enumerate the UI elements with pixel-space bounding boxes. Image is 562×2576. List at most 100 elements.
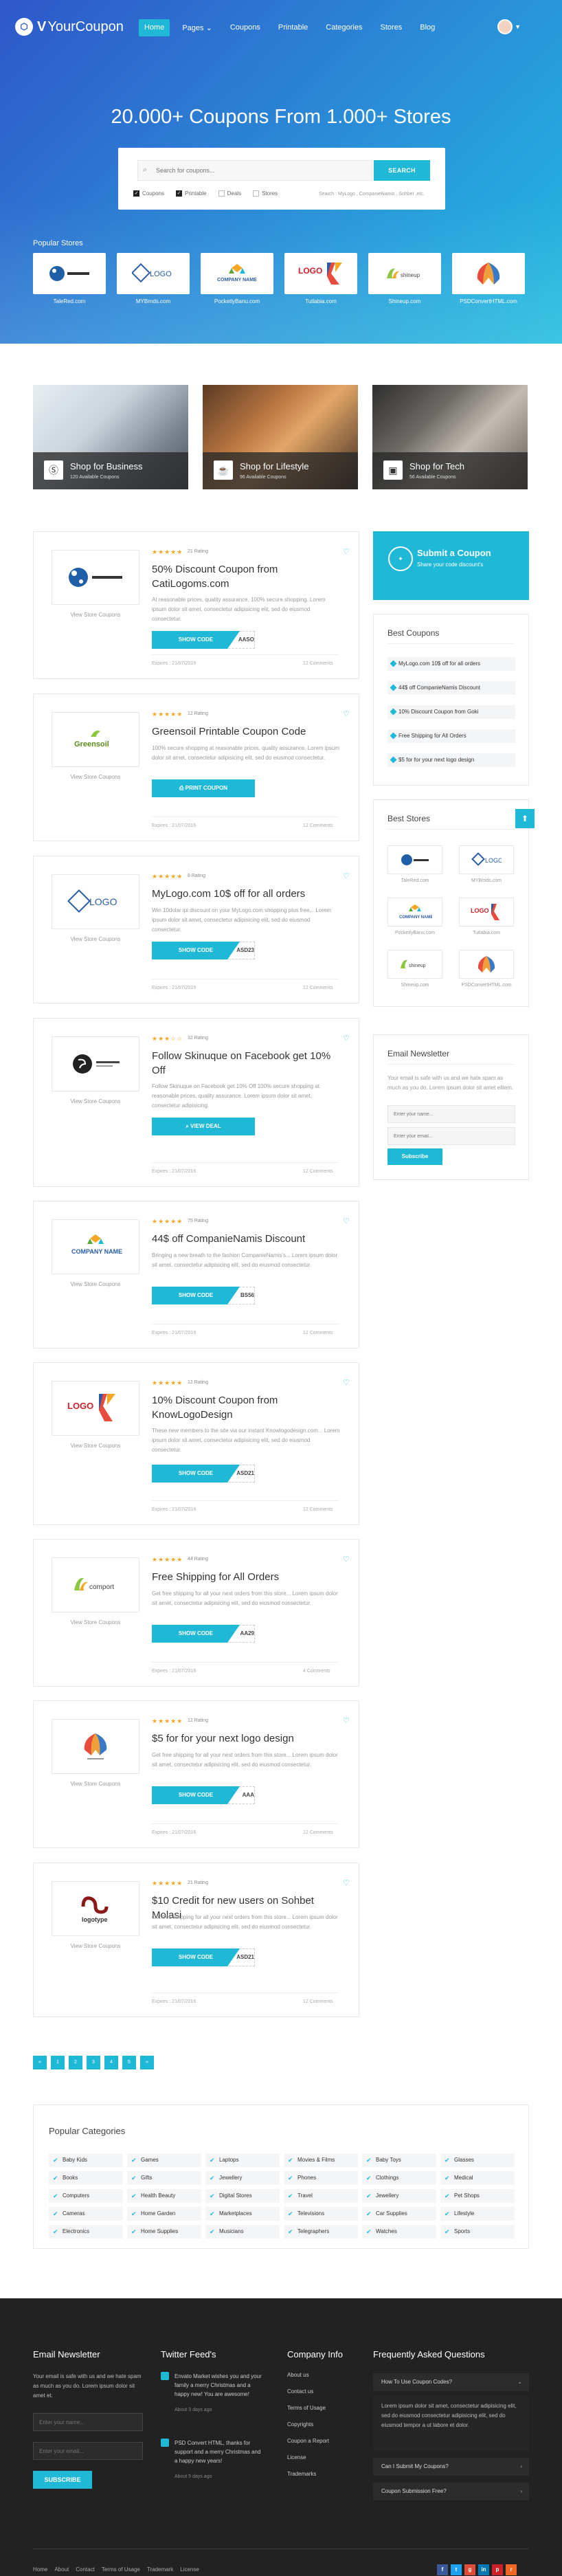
best-store-item[interactable]: PSDConvertHTML.com bbox=[459, 950, 514, 988]
heart-icon[interactable]: ♡ bbox=[343, 1716, 350, 1725]
faq-item[interactable]: How To Use Coupon Codes? ⌄ bbox=[373, 2373, 529, 2391]
footer-link[interactable]: License bbox=[287, 2454, 329, 2471]
filter-deals[interactable]: Deals bbox=[218, 190, 241, 197]
store-logo[interactable] bbox=[52, 1719, 139, 1774]
footer-link[interactable]: Terms of Usage bbox=[287, 2405, 329, 2421]
heart-icon[interactable]: ♡ bbox=[343, 547, 350, 556]
google-plus-icon[interactable]: g bbox=[464, 2564, 475, 2575]
popular-category-item[interactable]: Games bbox=[127, 2153, 201, 2167]
show-code-button[interactable]: SHOW CODE bbox=[152, 1465, 240, 1483]
comments-count[interactable]: 12 Comments bbox=[303, 1169, 333, 1174]
scroll-top-icon[interactable]: ⬆ bbox=[515, 809, 535, 828]
footer-link[interactable]: Copyrights bbox=[287, 2421, 329, 2438]
store-logo[interactable]: Greensoil bbox=[52, 712, 139, 767]
brand-logo[interactable]: ⬡ V YourCoupon bbox=[15, 18, 124, 36]
popular-category-item[interactable]: Phones bbox=[284, 2171, 358, 2185]
search-input[interactable] bbox=[137, 160, 372, 181]
checkbox-checked-icon[interactable]: ✓ bbox=[176, 190, 183, 197]
popular-category-item[interactable]: Travel bbox=[284, 2189, 358, 2203]
nav-item-categories[interactable]: Categories bbox=[320, 19, 368, 36]
popular-category-item[interactable]: Lifestyle bbox=[440, 2207, 515, 2221]
coupon-title[interactable]: Follow Skinuque on Facebook get 10% Off bbox=[152, 1049, 337, 1078]
view-store-link[interactable]: View Store Coupons bbox=[52, 1781, 139, 1787]
popular-category-item[interactable]: Pet Shops bbox=[440, 2189, 515, 2203]
store-logo[interactable]: COMPANY NAME bbox=[52, 1219, 139, 1274]
page-prev[interactable]: « bbox=[33, 2056, 47, 2069]
comments-count[interactable]: 12 Comments bbox=[303, 1507, 333, 1512]
comments-count[interactable]: 12 Comments bbox=[303, 986, 333, 990]
view-store-link[interactable]: View Store Coupons bbox=[52, 1619, 139, 1625]
store-card[interactable]: TaleRed.com bbox=[33, 253, 106, 304]
coupon-title[interactable]: $5 for for your next logo design bbox=[152, 1731, 337, 1746]
coupon-title[interactable]: Free Shipping for All Orders bbox=[152, 1570, 337, 1584]
popular-category-item[interactable]: Clothings bbox=[362, 2171, 436, 2185]
best-store-item[interactable]: LOGO MYBrnds.com bbox=[459, 845, 514, 883]
best-coupon-item[interactable]: $5 for for your next logo design bbox=[387, 753, 515, 767]
view-store-link[interactable]: View Store Coupons bbox=[52, 612, 139, 618]
coupon-title[interactable]: 50% Discount Coupon from CatiLogoms.com bbox=[152, 562, 337, 591]
user-avatar[interactable] bbox=[497, 19, 513, 34]
comments-count[interactable]: 4 Comments bbox=[303, 1669, 330, 1674]
faq-item[interactable]: Can I Submit My Coupons? › bbox=[373, 2458, 529, 2476]
footer-email-input[interactable] bbox=[33, 2442, 143, 2460]
popular-category-item[interactable]: Baby Kids bbox=[49, 2153, 123, 2167]
store-card[interactable]: LOGO MYBrnds.com bbox=[117, 253, 190, 304]
footer-link[interactable]: Trademarks bbox=[287, 2471, 329, 2487]
show-code-button[interactable]: SHOW CODE bbox=[152, 1287, 240, 1304]
page-3[interactable]: 3 bbox=[87, 2056, 100, 2069]
show-code-button[interactable]: SHOW CODE bbox=[152, 1625, 240, 1643]
store-card[interactable]: PSDConvertHTML.com bbox=[452, 253, 525, 304]
bottom-link[interactable]: Contact bbox=[76, 2566, 95, 2573]
newsletter-name-input[interactable] bbox=[387, 1105, 515, 1123]
view-store-link[interactable]: View Store Coupons bbox=[52, 1281, 139, 1287]
nav-item-coupons[interactable]: Coupons bbox=[225, 19, 266, 36]
footer-name-input[interactable] bbox=[33, 2413, 143, 2431]
heart-icon[interactable]: ♡ bbox=[343, 1878, 350, 1887]
heart-icon[interactable]: ♡ bbox=[343, 1034, 350, 1043]
popular-category-item[interactable]: Car Supplies bbox=[362, 2207, 436, 2221]
submit-coupon-card[interactable]: ✦ Submit a Coupon Share your code discou… bbox=[373, 531, 529, 600]
popular-category-item[interactable]: Movies & Films bbox=[284, 2153, 358, 2167]
faq-item[interactable]: Coupon Submission Free? › bbox=[373, 2483, 529, 2500]
category-business[interactable]: Ⓢ Shop for Business 120 Available Coupon… bbox=[33, 385, 188, 489]
store-logo[interactable] bbox=[52, 1036, 139, 1091]
coupon-title[interactable]: 10% Discount Coupon from KnowLogoDesign bbox=[152, 1393, 337, 1422]
comments-count[interactable]: 12 Comments bbox=[303, 1999, 333, 2004]
footer-link[interactable]: Contact us bbox=[287, 2388, 329, 2405]
store-logo[interactable] bbox=[52, 550, 139, 605]
store-card[interactable]: shineup Shineup.com bbox=[368, 253, 441, 304]
popular-category-item[interactable]: Health Beauty bbox=[127, 2189, 201, 2203]
view-store-link[interactable]: View Store Coupons bbox=[52, 1443, 139, 1449]
coupon-title[interactable]: MyLogo.com 10$ off for all orders bbox=[152, 887, 337, 901]
view-deal-button[interactable]: ⌕ VIEW DEAL bbox=[152, 1118, 255, 1135]
page-2[interactable]: 2 bbox=[69, 2056, 82, 2069]
store-logo[interactable]: logotype bbox=[52, 1881, 139, 1936]
store-logo[interactable]: comport bbox=[52, 1557, 139, 1612]
popular-category-item[interactable]: Laptops bbox=[205, 2153, 280, 2167]
show-code-button[interactable]: SHOW CODE bbox=[152, 942, 240, 959]
popular-category-item[interactable]: Cameras bbox=[49, 2207, 123, 2221]
popular-category-item[interactable]: Marketplaces bbox=[205, 2207, 280, 2221]
page-next[interactable]: » bbox=[140, 2056, 154, 2069]
popular-category-item[interactable]: Sports bbox=[440, 2225, 515, 2239]
best-coupon-item[interactable]: MyLogo.com 10$ off for all orders bbox=[387, 657, 515, 671]
page-4[interactable]: 4 bbox=[104, 2056, 118, 2069]
filter-stores[interactable]: Stores bbox=[253, 190, 278, 197]
best-coupon-item[interactable]: Free Shipping for All Orders bbox=[387, 729, 515, 743]
page-5[interactable]: 5 bbox=[122, 2056, 136, 2069]
popular-category-item[interactable]: Medical bbox=[440, 2171, 515, 2185]
heart-icon[interactable]: ♡ bbox=[343, 709, 350, 718]
best-coupon-item[interactable]: 10% Discount Coupon from Goki bbox=[387, 705, 515, 719]
popular-category-item[interactable]: Jewellery bbox=[205, 2171, 280, 2185]
comments-count[interactable]: 12 Comments bbox=[303, 1830, 333, 1835]
search-button[interactable]: SEARCH bbox=[374, 160, 430, 181]
footer-subscribe-button[interactable]: SUBSCRIBE bbox=[33, 2471, 92, 2489]
show-code-button[interactable]: SHOW CODE bbox=[152, 1786, 240, 1804]
show-code-button[interactable]: SHOW CODE bbox=[152, 631, 240, 649]
popular-category-item[interactable]: Books bbox=[49, 2171, 123, 2185]
rss-icon[interactable]: r bbox=[506, 2564, 517, 2575]
store-logo[interactable]: LOGO bbox=[52, 1381, 139, 1436]
chevron-down-icon[interactable]: ▼ bbox=[515, 23, 521, 30]
popular-category-item[interactable]: Telegraphers bbox=[284, 2225, 358, 2239]
coupon-title[interactable]: 44$ off CompanieNamis Discount bbox=[152, 1232, 337, 1246]
